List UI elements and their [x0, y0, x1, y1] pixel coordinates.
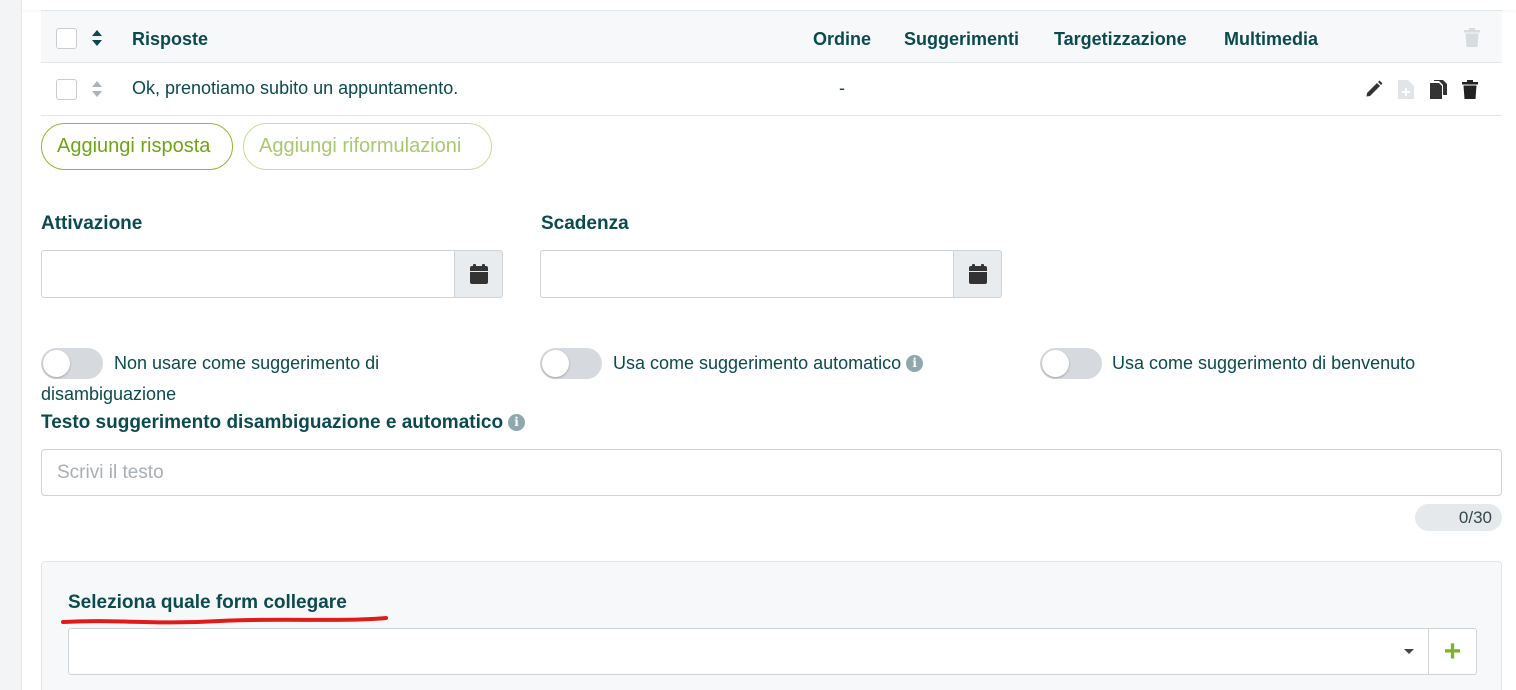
calendar-icon[interactable] [954, 250, 1002, 298]
info-icon[interactable]: i [906, 355, 924, 372]
bulk-delete-trash-icon[interactable] [1464, 28, 1480, 52]
suggestion-text-label: Testo suggerimento disambiguazione e aut… [41, 412, 504, 433]
top-edge [22, 0, 1516, 10]
left-gutter [0, 0, 22, 690]
response-order: - [839, 78, 845, 98]
calendar-icon[interactable] [455, 250, 503, 298]
welcome-toggle-label: Usa come suggerimento di benvenuto [1112, 353, 1416, 373]
suggestion-text-label-wrap: Testo suggerimento disambiguazione e aut… [41, 412, 526, 434]
activation-date-input[interactable] [41, 250, 455, 298]
expiry-label: Scadenza [541, 213, 629, 234]
automatic-toggle-label: Usa come suggerimento automatico [613, 353, 902, 373]
header-suggerimenti[interactable]: Suggerimenti [904, 29, 1019, 50]
caret-down-icon[interactable] [1404, 649, 1414, 654]
form-select-dropdown[interactable] [68, 628, 1429, 675]
header-ordine[interactable]: Ordine [813, 29, 871, 50]
expiry-date-group [540, 250, 1002, 298]
toggle-knob [542, 350, 569, 377]
red-annotation-underline [61, 616, 388, 625]
trash-icon[interactable] [1460, 79, 1480, 99]
responses-table: Risposte Ordine Suggerimenti Targetizzaz… [41, 10, 1502, 116]
pencil-icon[interactable] [1364, 79, 1384, 99]
toggle-knob [1042, 350, 1069, 377]
character-counter: 0/30 [1415, 504, 1502, 531]
add-form-button[interactable]: + [1428, 628, 1477, 675]
suggestion-text-input[interactable]: Scrivi il testo [41, 449, 1502, 496]
disambiguation-toggle-label: Non usare come suggerimento di disambigu… [41, 353, 380, 404]
form-link-panel: Seleziona quale form collegare + [41, 561, 1502, 690]
response-text: Ok, prenotiamo subito un appuntamento. [132, 78, 459, 98]
header-multimedia[interactable]: Multimedia [1224, 29, 1318, 50]
header-risposte[interactable]: Risposte [132, 29, 208, 50]
add-response-button[interactable]: Aggiungi risposta [41, 123, 233, 170]
form-link-title: Seleziona quale form collegare [68, 592, 347, 613]
info-icon[interactable]: i [508, 413, 526, 431]
drag-sort-icon[interactable] [92, 81, 102, 97]
automatic-toggle-label-wrap: Usa come suggerimento automatico i [613, 348, 924, 379]
select-all-checkbox[interactable] [56, 28, 77, 49]
copy-icon[interactable] [1428, 79, 1448, 99]
welcome-toggle[interactable] [1040, 348, 1102, 379]
add-reformulations-button[interactable]: Aggiungi riformulazioni [243, 123, 492, 170]
table-header: Risposte Ordine Suggerimenti Targetizzaz… [41, 10, 1502, 63]
table-row[interactable]: Ok, prenotiamo subito un appuntamento. - [41, 63, 1502, 116]
expiry-date-input[interactable] [540, 250, 954, 298]
row-actions [1364, 79, 1480, 99]
file-plus-icon[interactable] [1396, 79, 1416, 99]
activation-date-group [41, 250, 503, 298]
sort-icon[interactable] [92, 30, 102, 46]
row-checkbox[interactable] [56, 79, 77, 100]
activation-label: Attivazione [41, 213, 143, 234]
automatic-toggle[interactable] [540, 348, 602, 379]
header-targetizzazione[interactable]: Targetizzazione [1054, 29, 1187, 50]
